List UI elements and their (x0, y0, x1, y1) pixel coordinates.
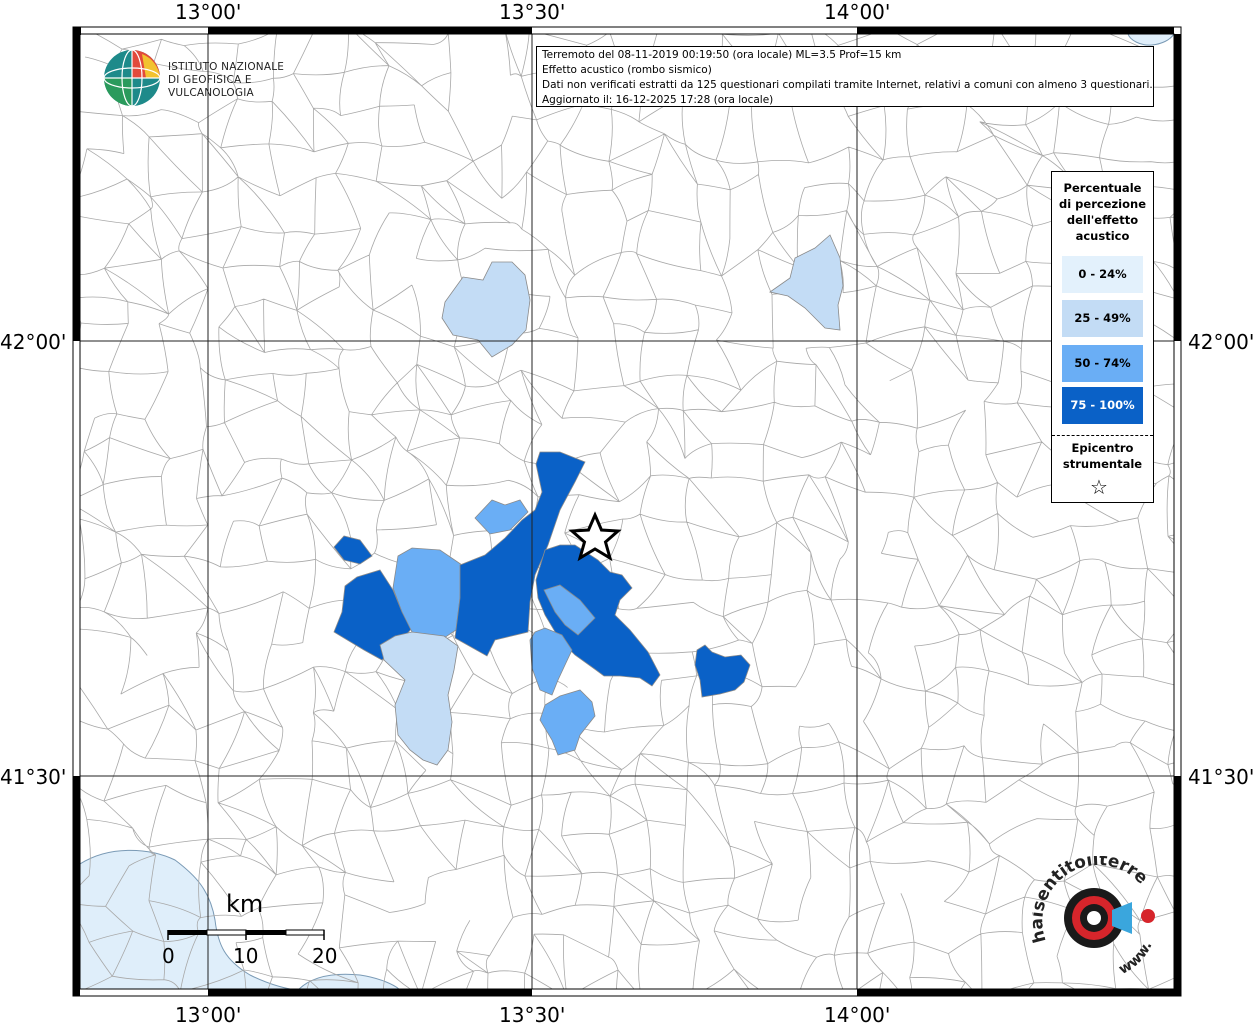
lat-label-right-4200: 42°00' (1188, 330, 1255, 354)
ingv-globe-icon (103, 49, 161, 107)
ingv-line2: DI GEOFISICA E VULCANOLOGIA (168, 74, 254, 99)
lon-label-top-1300: 13°00' (175, 0, 242, 24)
legend-title-line2: di percezione (1058, 197, 1147, 211)
legend-epi-line2: strumentale (1062, 457, 1143, 471)
badge-info-icon (1141, 909, 1155, 923)
legend-title-line1: Percentuale (1063, 181, 1142, 195)
legend-item-50-74: 50 - 74% (1062, 345, 1143, 382)
lon-label-bottom-1330: 13°30' (499, 1003, 566, 1027)
legend-separator (1052, 435, 1153, 436)
lat-label-left-4130: 41°30' (0, 765, 67, 789)
info-line-updated: Aggiornato il: 16-12-2025 17:28 (ora loc… (542, 94, 774, 106)
lat-label-right-4130: 41°30' (1188, 765, 1255, 789)
event-info-box: Terremoto del 08-11-2019 00:19:50 (ora l… (536, 46, 1154, 107)
scale-tick-20: 20 (312, 944, 338, 968)
scale-unit: km (226, 890, 264, 918)
legend-title: Percentuale di percezione dell'effetto a… (1052, 180, 1153, 244)
lat-label-left-4200: 42°00' (0, 330, 67, 354)
info-line-event: Terremoto del 08-11-2019 00:19:50 (ora l… (542, 49, 902, 61)
lon-label-top-1330: 13°30' (499, 0, 566, 24)
scale-tick-10: 10 (233, 944, 259, 968)
ingv-logo: ISTITUTO NAZIONALE DI GEOFISICA E VULCAN… (102, 48, 312, 108)
legend-item-0-24: 0 - 24% (1062, 256, 1143, 293)
legend: Percentuale di percezione dell'effetto a… (1051, 171, 1154, 503)
info-line-data: Dati non verificati estratti da 125 ques… (542, 79, 1153, 91)
legend-title-line3: dell'effetto (1066, 213, 1139, 227)
legend-star-icon: ☆ (1090, 475, 1108, 499)
legend-epi-line1: Epicentro (1071, 441, 1134, 455)
legend-title-line4: acustico (1075, 229, 1130, 243)
lon-label-bottom-1400: 14°00' (824, 1003, 891, 1027)
ingv-line1: ISTITUTO NAZIONALE (168, 61, 285, 73)
legend-item-25-49: 25 - 49% (1062, 300, 1143, 337)
lon-label-top-1400: 14°00' (824, 0, 891, 24)
info-line-effect: Effetto acustico (rombo sismico) (542, 64, 712, 76)
lon-label-bottom-1300: 13°00' (175, 1003, 242, 1027)
hai-sentito-badge: haisentitoilterremoto.it www. (1023, 841, 1172, 986)
badge-text-bottom: www. (1116, 939, 1155, 978)
legend-item-75-100: 75 - 100% (1062, 387, 1143, 424)
legend-epicenter-label: Epicentro strumentale (1052, 440, 1153, 472)
scale-tick-0: 0 (162, 944, 175, 968)
